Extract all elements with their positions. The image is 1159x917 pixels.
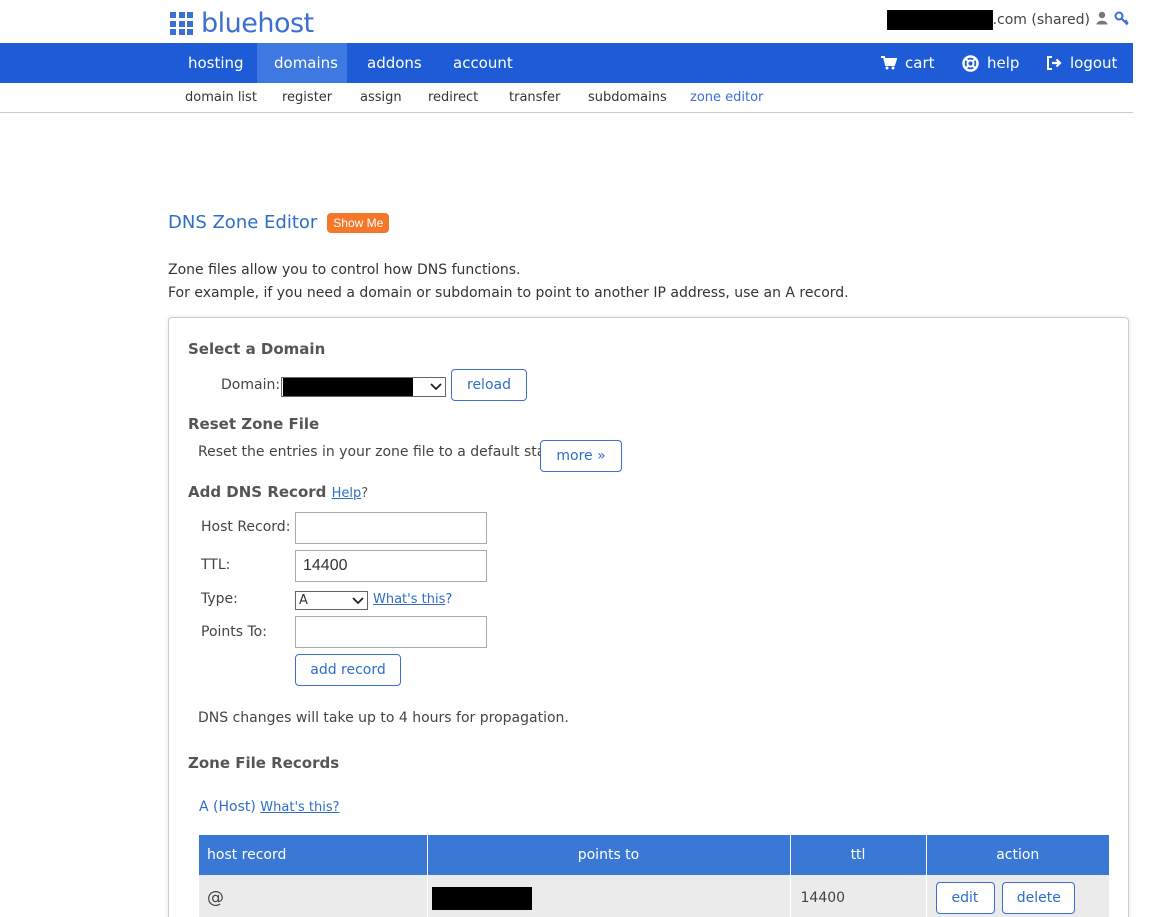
- account-info: .com (shared): [886, 10, 1129, 30]
- ttl-label: TTL:: [201, 557, 231, 573]
- main-nav: hosting domains addons account cart help…: [0, 43, 1133, 83]
- title-row: DNS Zone Editor Show Me: [168, 212, 390, 233]
- subnav-assign[interactable]: assign: [360, 90, 402, 105]
- more-button[interactable]: more »: [540, 440, 622, 472]
- cell-points-to: [427, 875, 791, 917]
- redacted-domain: [886, 10, 993, 30]
- lifebuoy-icon: [962, 54, 979, 72]
- subnav-register[interactable]: register: [282, 90, 332, 105]
- col-action: action: [926, 835, 1109, 875]
- whats-this-link[interactable]: What's this: [373, 592, 445, 607]
- reload-button[interactable]: reload: [451, 369, 527, 401]
- zone-records-heading: Zone File Records: [188, 754, 340, 772]
- col-points-to: points to: [427, 835, 791, 875]
- points-to-input[interactable]: [295, 616, 487, 648]
- subnav-transfer[interactable]: transfer: [509, 90, 560, 105]
- chevron-down-icon: [352, 596, 364, 604]
- logo-grid-icon: [170, 12, 193, 35]
- nav-account[interactable]: account: [436, 43, 530, 83]
- help-link[interactable]: Help: [332, 486, 362, 501]
- type-label: Type:: [201, 591, 238, 607]
- type-select-value: A: [299, 593, 308, 608]
- nav-help[interactable]: help: [962, 43, 1019, 83]
- nav-cart-label: cart: [905, 54, 935, 72]
- bluehost-logo[interactable]: bluehost: [170, 8, 314, 39]
- whats-this-suffix: ?: [445, 592, 453, 607]
- show-me-button[interactable]: Show Me: [327, 212, 390, 233]
- account-suffix: .com (shared): [992, 12, 1090, 28]
- page-title: DNS Zone Editor: [168, 212, 318, 233]
- host-record-input[interactable]: [295, 512, 487, 544]
- propagation-note: DNS changes will take up to 4 hours for …: [198, 710, 569, 726]
- a-host-label: A (Host): [199, 799, 256, 815]
- ttl-input[interactable]: [295, 550, 487, 582]
- nav-hosting[interactable]: hosting: [171, 43, 261, 83]
- sub-nav: domain list register assign redirect tra…: [0, 83, 1133, 113]
- type-select[interactable]: A: [295, 591, 368, 610]
- logo-text: bluehost: [201, 8, 314, 39]
- cart-icon: [881, 56, 897, 70]
- cell-action: edit delete: [926, 875, 1109, 917]
- a-whats-this-link[interactable]: What's this?: [260, 800, 339, 815]
- points-to-label: Points To:: [201, 624, 267, 640]
- table-row: @ 14400 edit delete: [199, 875, 1109, 917]
- reset-zone-heading: Reset Zone File: [188, 415, 320, 433]
- host-record-label: Host Record:: [201, 519, 291, 535]
- subnav-subdomains[interactable]: subdomains: [588, 90, 667, 105]
- col-host-record: host record: [199, 835, 428, 875]
- select-domain-heading: Select a Domain: [188, 340, 326, 358]
- intro-line-2: For example, if you need a domain or sub…: [168, 285, 849, 301]
- zone-editor-panel: Select a Domain Domain: reload Reset Zon…: [168, 317, 1129, 917]
- key-icon[interactable]: [1114, 11, 1129, 30]
- cell-ttl: 14400: [790, 875, 927, 917]
- nav-logout-label: logout: [1070, 54, 1118, 72]
- domain-select[interactable]: [281, 377, 446, 397]
- chevron-down-icon: [430, 383, 442, 391]
- a-records-table: host record points to ttl action @ 14400…: [199, 835, 1109, 917]
- a-host-heading: A (Host) What's this?: [199, 799, 340, 815]
- add-record-button[interactable]: add record: [295, 654, 401, 686]
- subnav-zone-editor[interactable]: zone editor: [690, 90, 763, 105]
- redacted-ip: [431, 886, 532, 910]
- domain-label: Domain:: [221, 377, 281, 393]
- subnav-redirect[interactable]: redirect: [428, 90, 478, 105]
- cell-host: @: [199, 875, 428, 917]
- col-ttl: ttl: [790, 835, 927, 875]
- help-suffix: ?: [361, 486, 369, 501]
- reset-zone-text: Reset the entries in your zone file to a…: [198, 444, 564, 460]
- nav-logout[interactable]: logout: [1046, 43, 1117, 83]
- table-header-row: host record points to ttl action: [199, 835, 1109, 875]
- nav-cart[interactable]: cart: [881, 43, 935, 83]
- user-icon[interactable]: [1096, 11, 1108, 29]
- edit-button[interactable]: edit: [935, 882, 995, 914]
- subnav-domain-list[interactable]: domain list: [185, 90, 257, 105]
- add-dns-heading: Add DNS Record Help?: [188, 483, 368, 501]
- intro-line-1: Zone files allow you to control how DNS …: [168, 262, 521, 278]
- add-dns-heading-text: Add DNS Record: [188, 483, 327, 501]
- redacted-domain-value: [283, 378, 413, 396]
- delete-button[interactable]: delete: [1002, 882, 1076, 914]
- top-header: bluehost .com (shared): [0, 0, 1159, 43]
- nav-help-label: help: [987, 54, 1020, 72]
- intro-text: Zone files allow you to control how DNS …: [168, 259, 849, 305]
- nav-addons[interactable]: addons: [350, 43, 439, 83]
- logout-icon: [1047, 56, 1062, 70]
- whats-this-wrap: What's this?: [373, 591, 452, 607]
- nav-domains[interactable]: domains: [257, 43, 347, 83]
